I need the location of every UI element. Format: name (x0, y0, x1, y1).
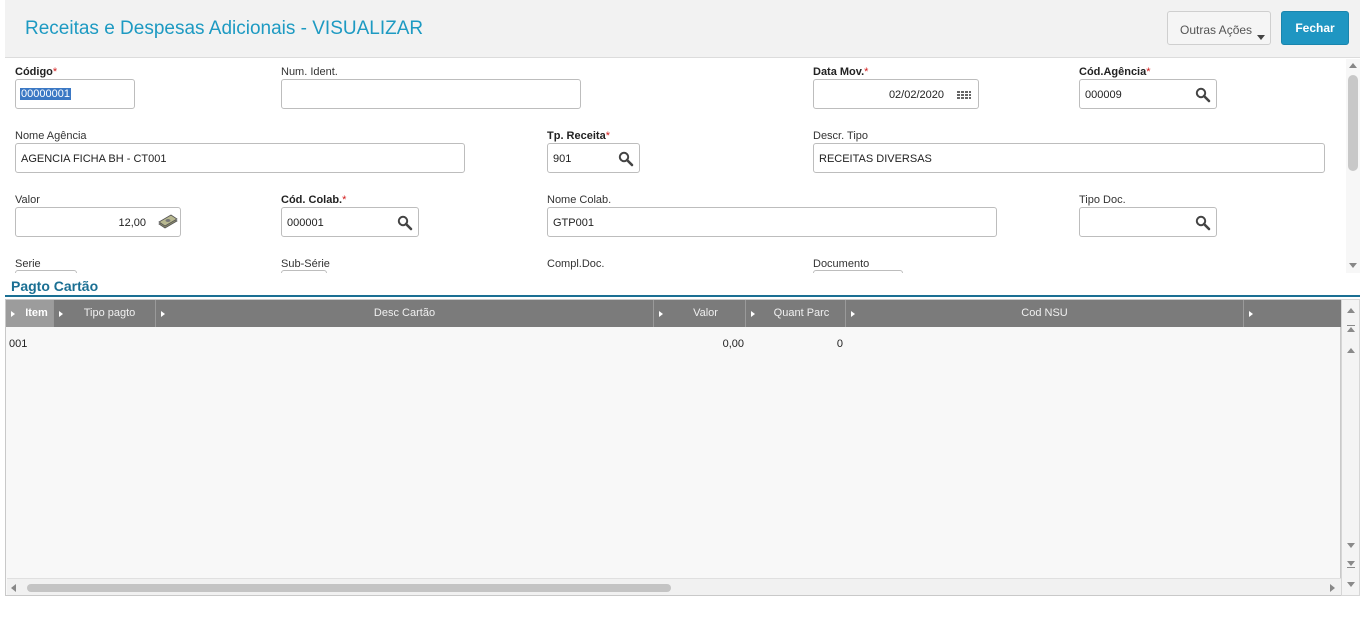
valor-value: 12,00 (118, 217, 146, 229)
nome-colab-field[interactable]: GTP001 (547, 207, 997, 237)
nome-colab-value: GTP001 (553, 217, 594, 229)
other-actions-label: Outras Ações (1180, 23, 1253, 37)
grid-horizontal-scrollbar[interactable] (7, 578, 1341, 595)
serie-label: Serie (15, 258, 41, 270)
serie-field[interactable] (15, 270, 77, 273)
calendar-icon[interactable] (956, 87, 972, 103)
sub-serie-field[interactable] (281, 270, 327, 273)
scroll-bottom-icon[interactable] (1347, 561, 1355, 566)
sort-arrow-icon (11, 311, 15, 317)
sort-arrow-icon (59, 311, 63, 317)
codigo-label: Código* (15, 66, 58, 78)
scroll-up-icon[interactable] (1347, 308, 1355, 313)
data-mov-field[interactable]: 02/02/2020 (813, 79, 979, 109)
section-title: Pagto Cartão (11, 278, 99, 294)
scroll-right-icon[interactable] (1330, 584, 1335, 592)
valor-label: Valor (15, 194, 40, 206)
num-ident-field[interactable] (281, 79, 581, 109)
nome-colab-label: Nome Colab. (547, 194, 612, 206)
grid-header: Item Tipo pagto Desc Cartão Valor Quant … (6, 300, 1341, 327)
documento-field[interactable] (813, 270, 903, 273)
compl-doc-label: Compl.Doc. (547, 258, 605, 270)
sort-arrow-icon (161, 311, 165, 317)
col-header-quant-parc[interactable]: Quant Parc (746, 300, 846, 327)
scroll-bottom-icon[interactable] (1347, 567, 1355, 568)
sort-arrow-icon (659, 311, 663, 317)
search-icon[interactable] (618, 151, 634, 167)
documento-label: Documento (813, 258, 870, 270)
sort-arrow-icon (851, 311, 855, 317)
other-actions-button[interactable]: Outras Ações (1167, 11, 1271, 45)
scroll-thumb[interactable] (1348, 75, 1358, 171)
descr-tipo-field[interactable]: RECEITAS DIVERSAS (813, 143, 1325, 173)
cod-agencia-field[interactable]: 000009 (1079, 79, 1217, 109)
scroll-down-icon[interactable] (1347, 582, 1355, 587)
tp-receita-label: Tp. Receita* (547, 130, 610, 142)
cod-colab-value: 000001 (287, 217, 324, 229)
sub-serie-label: Sub-Série (281, 258, 330, 270)
money-icon[interactable] (158, 214, 178, 230)
nome-agencia-label: Nome Agência (15, 130, 87, 142)
scroll-down-icon[interactable] (1349, 263, 1357, 268)
col-header-tipo-pagto[interactable]: Tipo pagto (54, 300, 156, 327)
sort-arrow-icon (751, 311, 755, 317)
col-header-desc-cartao[interactable]: Desc Cartão (156, 300, 654, 327)
data-mov-label: Data Mov.* (813, 66, 869, 78)
form-scrollbar[interactable] (1346, 59, 1360, 273)
descr-tipo-value: RECEITAS DIVERSAS (819, 153, 932, 165)
cod-colab-label: Cód. Colab.* (281, 194, 347, 206)
close-button[interactable]: Fechar (1281, 11, 1349, 45)
col-header-valor[interactable]: Valor (654, 300, 746, 327)
nome-agencia-field[interactable]: AGENCIA FICHA BH - CT001 (15, 143, 465, 173)
search-icon[interactable] (1195, 215, 1211, 231)
scroll-top-icon[interactable] (1347, 327, 1355, 332)
tipo-doc-label: Tipo Doc. (1079, 194, 1126, 206)
payment-grid: Item Tipo pagto Desc Cartão Valor Quant … (5, 299, 1341, 596)
tp-receita-field[interactable]: 901 (547, 143, 640, 173)
codigo-value: 00000001 (20, 88, 71, 100)
cell-item: 001 (9, 338, 28, 350)
section-divider (5, 295, 1360, 297)
scroll-page-up-icon[interactable] (1347, 348, 1355, 353)
search-icon[interactable] (1195, 87, 1211, 103)
scroll-left-icon[interactable] (11, 584, 16, 592)
search-icon[interactable] (397, 215, 413, 231)
form-area: Código* 00000001 Num. Ident. Data Mov.* … (5, 59, 1345, 273)
tipo-doc-field[interactable] (1079, 207, 1217, 237)
sort-arrow-icon (1249, 311, 1253, 317)
chevron-down-icon (1257, 35, 1265, 40)
col-header-cod-nsu[interactable]: Cod NSU (846, 300, 1244, 327)
page-title: Receitas e Despesas Adicionais - VISUALI… (25, 18, 424, 39)
valor-field[interactable]: 12,00 (15, 207, 181, 237)
scroll-thumb[interactable] (27, 584, 671, 592)
cod-agencia-value: 000009 (1085, 89, 1122, 101)
num-ident-label: Num. Ident. (281, 66, 338, 78)
scroll-up-icon[interactable] (1349, 63, 1357, 68)
cell-quant-parc: 0 (836, 338, 843, 350)
cod-colab-field[interactable]: 000001 (281, 207, 419, 237)
data-mov-value: 02/02/2020 (888, 89, 944, 101)
descr-tipo-label: Descr. Tipo (813, 130, 869, 142)
cod-agencia-label: Cód.Agência* (1079, 66, 1151, 78)
col-header-item[interactable]: Item (6, 300, 54, 327)
cell-valor: 0,00 (722, 338, 744, 350)
col-header-extra[interactable] (1244, 300, 1341, 327)
grid-vertical-scrollbar[interactable] (1341, 299, 1360, 596)
nome-agencia-value: AGENCIA FICHA BH - CT001 (21, 153, 167, 165)
page-header: Receitas e Despesas Adicionais - VISUALI… (5, 0, 1360, 58)
tp-receita-value: 901 (553, 153, 572, 165)
scroll-page-down-icon[interactable] (1347, 543, 1355, 548)
codigo-field[interactable]: 00000001 (15, 79, 135, 109)
scroll-top-icon[interactable] (1347, 325, 1355, 326)
